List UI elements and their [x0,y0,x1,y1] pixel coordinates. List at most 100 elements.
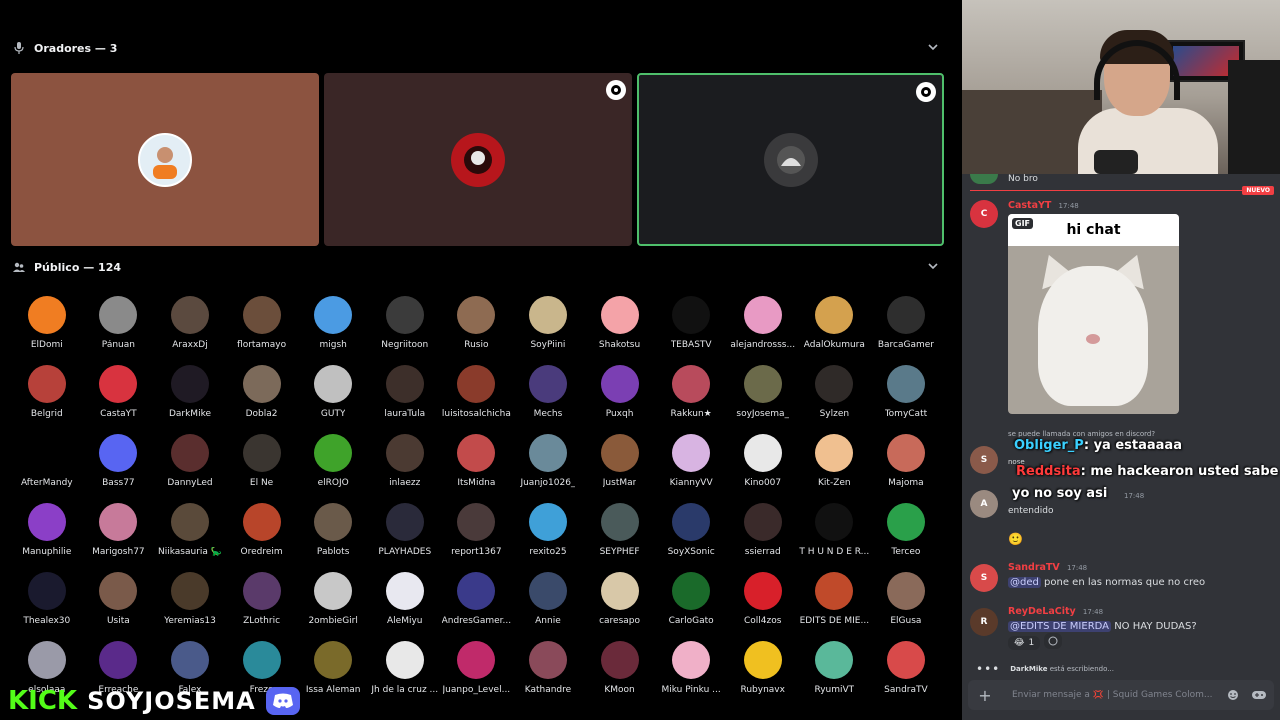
gif-attachment[interactable]: hi chat GIF [1008,214,1179,414]
audience-member[interactable]: ElDomi [11,296,83,350]
audience-member[interactable]: CarloGato [655,572,727,626]
audience-member[interactable]: SoyPiini [512,296,584,350]
audience-member[interactable]: DannyLed [154,434,226,488]
audience-member[interactable]: SoyXSonic [655,503,727,557]
audience-member[interactable]: Rusio [441,296,513,350]
audience-member[interactable]: Marigosh77 [83,503,155,557]
speaker-tile-speaking[interactable] [637,73,944,246]
audience-member[interactable]: Pánuan [83,296,155,350]
avatar [815,434,854,472]
audience-member[interactable]: report1367 [441,503,513,557]
avatar [672,296,711,334]
audience-member[interactable]: AdalOkumura [799,296,871,350]
audience-member[interactable]: CastaYT [83,365,155,419]
audience-member[interactable]: EDITS DE MIE... [799,572,871,626]
audience-member[interactable]: PLAYHADES [369,503,441,557]
audience-member[interactable]: AndresGamer... [441,572,513,626]
audience-member[interactable]: ZLothric [226,572,298,626]
audience-member[interactable]: SEYPHEF [584,503,656,557]
audience-member[interactable]: Miku Pinku ... [655,641,727,695]
audience-member[interactable]: Jh de la cruz ... [369,641,441,695]
audience-member[interactable]: AraxxDj [154,296,226,350]
audience-member[interactable]: Usita [83,572,155,626]
audience-member[interactable]: soyJosema_ [727,365,799,419]
audience-member[interactable]: KiannyVV [655,434,727,488]
gif-caption: hi chat [1008,214,1179,246]
message-author[interactable]: SandraTV [1008,562,1060,573]
audience-member[interactable]: flortamayo [226,296,298,350]
user-mention[interactable]: @ded [1008,577,1041,588]
chevron-down-icon[interactable] [927,260,941,274]
message-author[interactable]: ReyDeLaCity [1008,606,1076,617]
audience-member[interactable]: rexito25 [512,503,584,557]
audience-member[interactable]: 2ombieGirl [297,572,369,626]
audience-member[interactable]: caresapo [584,572,656,626]
stage-channel: Oradores — 3 Público — 124 ElDomi Pánuan… [0,0,955,720]
audience-member[interactable]: elROJO [297,434,369,488]
audience-member[interactable]: JustMar [584,434,656,488]
audience-member[interactable]: BarcaGamer [870,296,942,350]
audience-member[interactable]: alejandrosss... [727,296,799,350]
audience-member[interactable]: Shakotsu [584,296,656,350]
audience-member[interactable]: RyumiVT [799,641,871,695]
message-composer[interactable]: + Enviar mensaje a 💢 | Squid Games Colom… [968,680,1274,710]
audience-member[interactable]: ItsMidna [441,434,513,488]
audience-member[interactable]: Pablots [297,503,369,557]
emoji-icon[interactable] [1226,688,1240,702]
audience-member[interactable]: Yeremias13 [154,572,226,626]
user-mention[interactable]: @EDITS DE MIERDA [1008,621,1112,632]
audience-member[interactable]: Rakkun★ [655,365,727,419]
audience-member[interactable]: inlaezz [369,434,441,488]
audience-member[interactable]: Majoma [870,434,942,488]
audience-member[interactable]: Juanpo_Level... [441,641,513,695]
audience-member[interactable]: Bass77 [83,434,155,488]
message-input[interactable]: Enviar mensaje a 💢 | Squid Games Colom..… [1012,690,1214,700]
audience-member[interactable]: Manuphilie [11,503,83,557]
audience-member[interactable]: Coll4zos [727,572,799,626]
audience-member[interactable]: TEBASTV [655,296,727,350]
message-author[interactable]: CastaYT [1008,200,1051,211]
audience-member[interactable]: Belgrid [11,365,83,419]
audience-member[interactable]: Sylzen [799,365,871,419]
audience-member[interactable]: Niikasauria 🦕 [154,503,226,557]
audience-member[interactable]: Mechs [512,365,584,419]
audience-member[interactable]: Kit-Zen [799,434,871,488]
audience-member[interactable]: ElGusa [870,572,942,626]
audience-member[interactable]: Negriitoon [369,296,441,350]
chevron-down-icon[interactable] [927,41,941,55]
audience-member[interactable]: Puxqh [584,365,656,419]
audience-member[interactable]: Dobla2 [226,365,298,419]
audience-member[interactable]: Oredreim [226,503,298,557]
add-reaction-icon[interactable] [1044,633,1063,649]
audience-member[interactable]: DarkMike [154,365,226,419]
audience-member[interactable]: AleMiyu [369,572,441,626]
audience-member[interactable]: SandraTV [870,641,942,695]
plus-icon[interactable]: + [976,686,994,705]
speaker-tile[interactable] [11,73,319,246]
audience-member[interactable]: Thealex30 [11,572,83,626]
audience-member[interactable]: El Ñe [226,434,298,488]
reaction-chip[interactable]: 😂 1 [1008,636,1041,650]
audience-member[interactable]: TomyCatt [870,365,942,419]
audience-member[interactable]: luisitosalchicha [441,365,513,419]
audience-member[interactable]: GUTY [297,365,369,419]
audience-member[interactable]: Rubynavx [727,641,799,695]
audience-member[interactable]: migsh [297,296,369,350]
audience-member[interactable]: Kathandre [512,641,584,695]
audience-member[interactable]: AfterMandy [11,434,83,488]
audience-member[interactable]: Issa Aleman [297,641,369,695]
audience-member[interactable]: T H U N D E R... [799,503,871,557]
audience-member[interactable]: Annie [512,572,584,626]
audience-section-header[interactable]: Público — 124 [12,257,943,277]
reply-preview[interactable]: se puede llamada con amigos en discord? [1008,430,1276,438]
gamepad-icon[interactable] [1252,688,1266,702]
typing-indicator: ••• DarkMike está escribiendo... [976,662,1114,676]
audience-member[interactable]: Kino007 [727,434,799,488]
audience-member[interactable]: Juanjo1026_ [512,434,584,488]
audience-member[interactable]: lauraTula [369,365,441,419]
speaker-tile[interactable] [324,73,632,246]
speakers-section-header[interactable]: Oradores — 3 [12,38,943,58]
audience-member[interactable]: Terceo [870,503,942,557]
audience-member[interactable]: KMoon [584,641,656,695]
audience-member[interactable]: ssierrad [727,503,799,557]
